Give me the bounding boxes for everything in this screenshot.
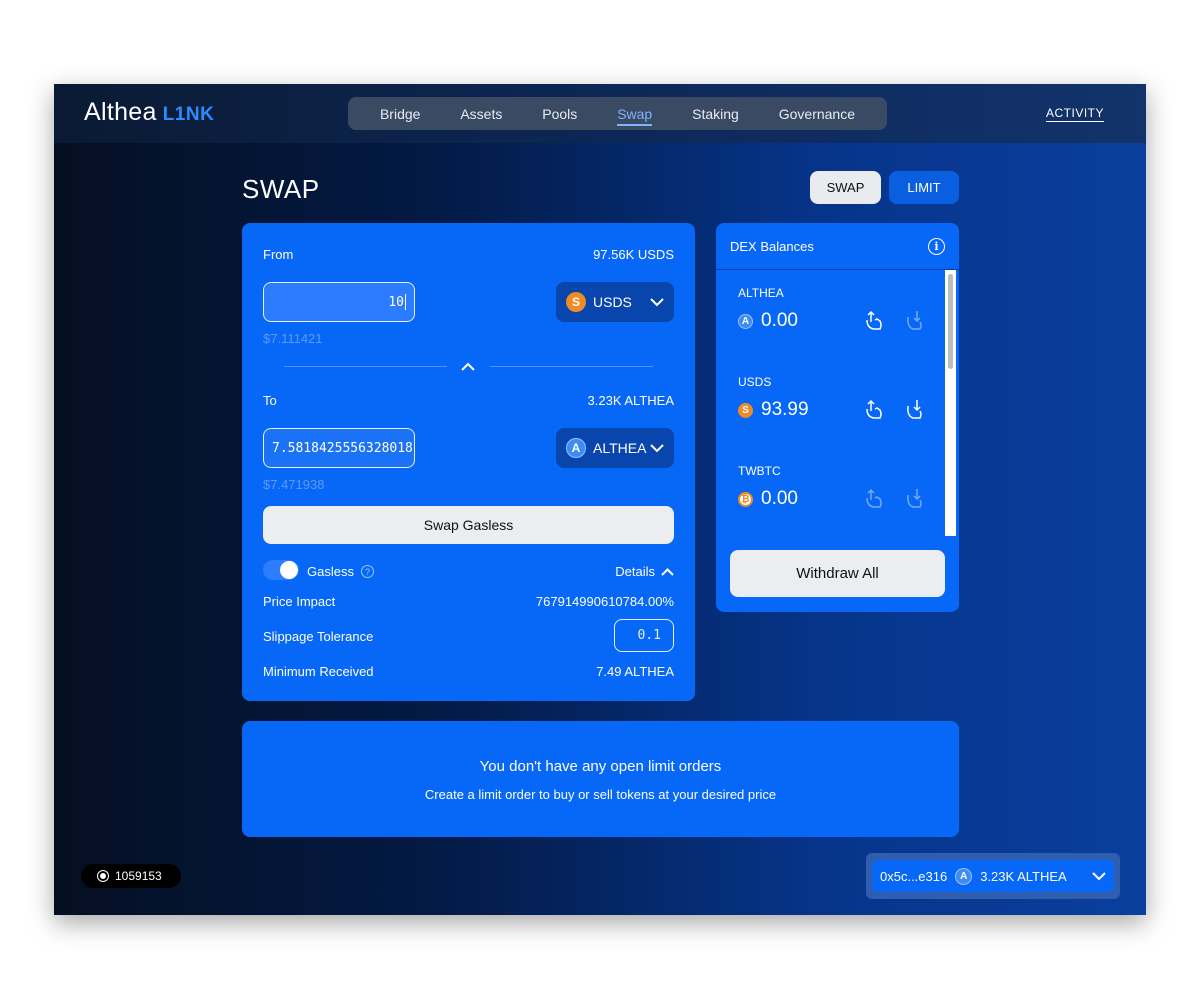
slippage-label: Slippage Tolerance (263, 629, 374, 644)
to-token-name: ALTHEA (593, 440, 647, 456)
dex-symbol: ALTHEA (738, 286, 784, 300)
to-usd-value: $7.471938 (263, 477, 325, 492)
dex-symbol: TWBTC (738, 464, 781, 478)
wallet-container: 0x5c...e316 A 3.23K ALTHEA (866, 853, 1120, 899)
swap-mode-button[interactable]: SWAP (810, 171, 881, 204)
app-window: Althea L1NK Bridge Assets Pools Swap Stak… (54, 84, 1146, 915)
empty-orders-subtitle: Create a limit order to buy or sell toke… (424, 787, 777, 802)
from-amount-value: 10 (388, 294, 404, 310)
to-token-select[interactable]: A ALTHEA (556, 428, 674, 468)
price-impact-value: 767914990610784.00% (535, 594, 674, 609)
logo-accent: L1NK (162, 104, 215, 125)
wallet-balance: 3.23K ALTHEA (980, 868, 1067, 884)
details-toggle[interactable]: Details (615, 564, 674, 579)
from-token-select[interactable]: S USDS (556, 282, 674, 322)
divider-left (284, 366, 447, 367)
withdraw-icon[interactable] (903, 486, 925, 510)
deposit-icon[interactable] (863, 397, 885, 421)
gasless-label: Gasless (307, 564, 354, 579)
min-received-value: 7.49 ALTHEA (596, 664, 674, 679)
althea-coin-icon: A (738, 313, 753, 329)
block-number-badge: 1059153 (81, 864, 181, 888)
text-cursor (405, 294, 406, 310)
nav-pools[interactable]: Pools (542, 106, 577, 122)
info-icon[interactable]: i (928, 238, 945, 255)
nav-assets[interactable]: Assets (460, 106, 502, 122)
empty-orders-title: You don't have any open limit orders (479, 758, 722, 775)
swap-card: From 97.56K USDS 10 S USDS $7.111421 To … (242, 223, 695, 701)
toggle-knob (280, 561, 298, 579)
btc-coin-icon: ₿ (738, 491, 753, 507)
withdraw-icon[interactable] (903, 397, 925, 421)
from-balance: 97.56K USDS (593, 247, 674, 262)
dex-title: DEX Balances (730, 239, 814, 254)
chevron-down-icon (650, 443, 664, 452)
dex-row-twbtc: TWBTC ₿ 0.00 (738, 464, 928, 534)
althea-coin-icon: A (566, 438, 586, 458)
page-title: SWAP (242, 174, 320, 204)
chevron-down-icon (1092, 871, 1106, 880)
wallet-address: 0x5c...e316 (880, 868, 948, 884)
to-amount-value: 7.5818425556328018 (272, 440, 413, 456)
swap-gasless-button[interactable]: Swap Gasless (263, 506, 674, 544)
slippage-input[interactable]: 0.1 (614, 619, 674, 652)
chevron-up-icon (661, 567, 674, 576)
price-impact-label: Price Impact (263, 594, 336, 609)
usds-coin-icon: S (566, 292, 586, 312)
logo-main: Althea (84, 98, 157, 126)
to-balance: 3.23K ALTHEA (587, 393, 674, 408)
dex-balance: 0.00 (761, 310, 798, 331)
block-number: 1059153 (115, 869, 162, 883)
althea-coin-icon: A (955, 867, 973, 885)
usds-coin-icon: S (738, 402, 753, 418)
flip-direction-icon[interactable] (459, 358, 477, 376)
dex-balance: 93.99 (761, 399, 809, 420)
nav-bridge[interactable]: Bridge (380, 106, 420, 122)
logo[interactable]: Althea L1NK (84, 98, 214, 127)
withdraw-icon[interactable] (903, 308, 925, 332)
deposit-icon[interactable] (863, 486, 885, 510)
wallet-button[interactable]: 0x5c...e316 A 3.23K ALTHEA (872, 860, 1114, 892)
dex-symbol: USDS (738, 375, 772, 389)
dex-balances-card: DEX Balances i ALTHEA A 0.00 USDS S 93.99 … (716, 223, 959, 612)
help-icon[interactable]: ? (361, 565, 374, 578)
withdraw-all-button[interactable]: Withdraw All (730, 550, 945, 597)
main-nav: Bridge Assets Pools Swap Staking Governa… (348, 97, 887, 130)
dex-row-usds: USDS S 93.99 (738, 375, 928, 445)
nav-swap[interactable]: Swap (617, 106, 653, 126)
dex-header: DEX Balances i (716, 223, 959, 270)
dex-row-althea: ALTHEA A 0.00 (738, 286, 928, 356)
limit-mode-button[interactable]: LIMIT (889, 171, 959, 204)
from-usd-value: $7.111421 (263, 331, 323, 346)
scrollbar[interactable] (945, 270, 956, 536)
activity-link[interactable]: ACTIVITY (1046, 106, 1105, 122)
scrollbar-thumb[interactable] (948, 274, 953, 369)
nav-governance[interactable]: Governance (779, 106, 855, 122)
status-dot-icon (97, 870, 109, 882)
divider-right (490, 366, 653, 367)
min-received-label: Minimum Received (263, 664, 374, 679)
details-label: Details (615, 564, 655, 579)
gasless-toggle[interactable] (263, 560, 299, 580)
from-token-name: USDS (593, 294, 632, 310)
top-bar: Althea L1NK Bridge Assets Pools Swap Stak… (54, 84, 1146, 143)
deposit-icon[interactable] (863, 308, 885, 332)
to-label: To (263, 393, 277, 408)
from-amount-input[interactable]: 10 (263, 282, 415, 322)
dex-balance: 0.00 (761, 488, 798, 509)
to-amount-input[interactable]: 7.5818425556328018 (263, 428, 415, 468)
from-label: From (263, 247, 294, 262)
limit-orders-card: You don't have any open limit orders Cre… (242, 721, 959, 837)
nav-staking[interactable]: Staking (692, 106, 739, 122)
chevron-down-icon (650, 297, 664, 306)
